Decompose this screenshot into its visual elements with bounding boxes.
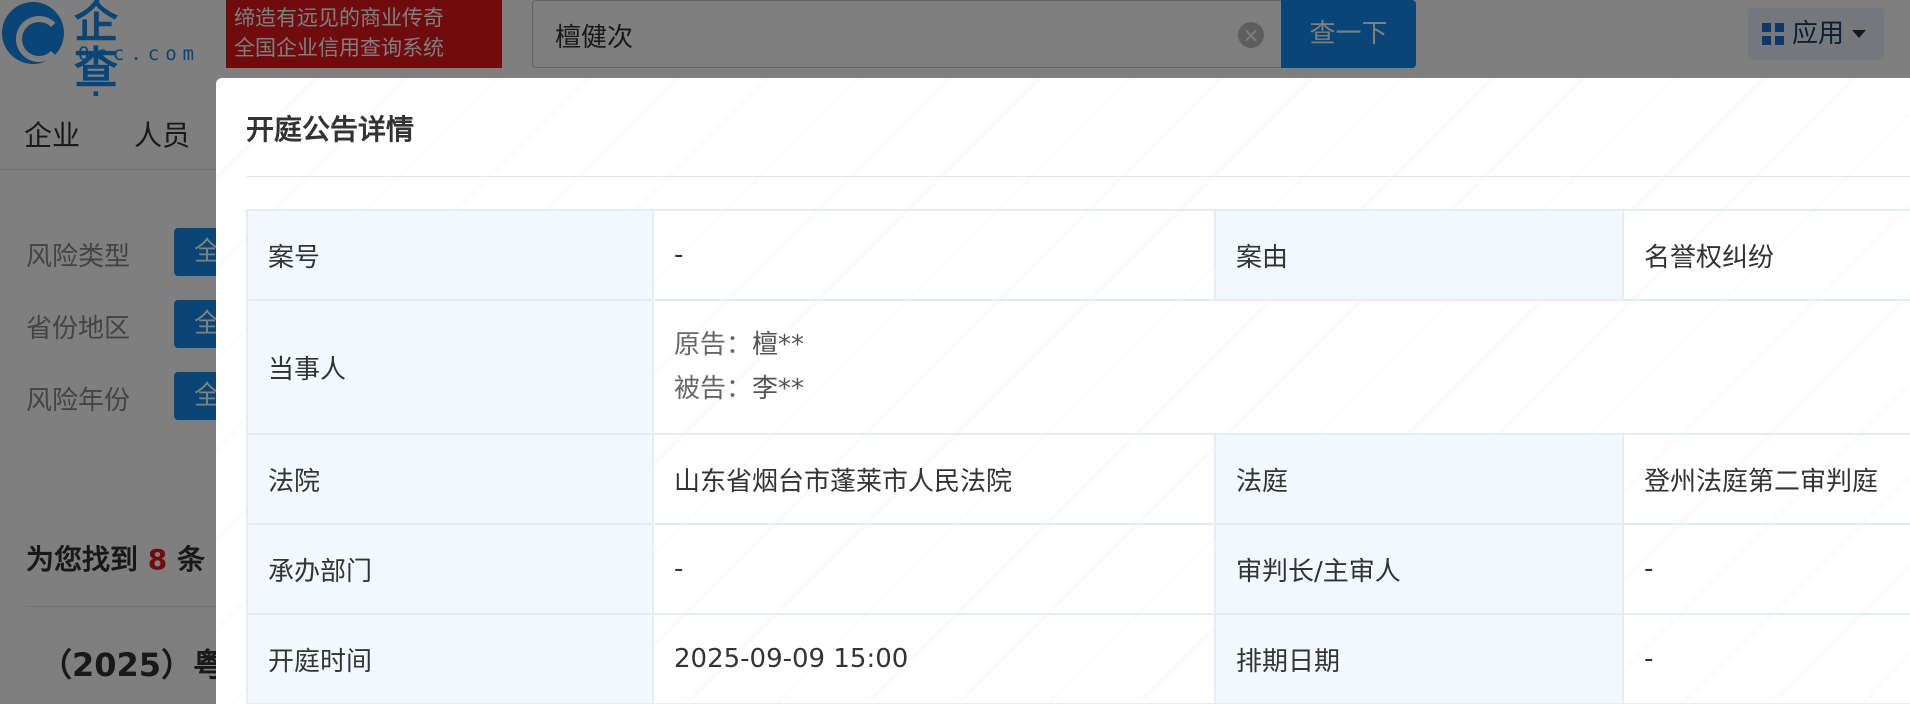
hearing-notice-modal: 开庭公告详情 案号 - 案由 名誉权纠纷 当事人 原告：檀** 被告：李** 法… xyxy=(216,78,1910,704)
court-label: 法院 xyxy=(246,433,654,525)
schedule-date-label: 排期日期 xyxy=(1214,613,1624,704)
table-row: 开庭时间 2025-09-09 15:00 排期日期 - xyxy=(246,613,1910,704)
department-label: 承办部门 xyxy=(246,523,654,615)
department-value: - xyxy=(652,523,1216,615)
modal-divider xyxy=(246,176,1910,177)
hearing-time-label: 开庭时间 xyxy=(246,613,654,704)
plaintiff-label: 原告： xyxy=(674,330,753,360)
case-number-value: - xyxy=(652,209,1216,301)
plaintiff-value: 檀** xyxy=(752,330,805,360)
table-row: 承办部门 - 审判长/主审人 - xyxy=(246,523,1910,615)
schedule-date-value: - xyxy=(1622,613,1910,704)
party-value: 原告：檀** 被告：李** xyxy=(652,299,1910,435)
table-row: 案号 - 案由 名誉权纠纷 xyxy=(246,209,1910,301)
judge-label: 审判长/主审人 xyxy=(1214,523,1624,615)
defendant-label: 被告： xyxy=(674,374,753,404)
table-row: 当事人 原告：檀** 被告：李** xyxy=(246,299,1910,435)
plaintiff-line: 原告：檀** xyxy=(674,323,1902,367)
court-value[interactable]: 山东省烟台市蓬莱市人民法院 xyxy=(652,433,1216,525)
defendant-line: 被告：李** xyxy=(674,367,1902,411)
party-label: 当事人 xyxy=(246,299,654,435)
courtroom-label: 法庭 xyxy=(1214,433,1624,525)
case-number-label: 案号 xyxy=(246,209,654,301)
cause-label: 案由 xyxy=(1214,209,1624,301)
hearing-time-value: 2025-09-09 15:00 xyxy=(652,613,1216,704)
courtroom-value: 登州法庭第二审判庭 xyxy=(1622,433,1910,525)
defendant-value: 李** xyxy=(752,374,805,404)
detail-table: 案号 - 案由 名誉权纠纷 当事人 原告：檀** 被告：李** 法院 山东省烟台… xyxy=(246,209,1910,704)
table-row: 法院 山东省烟台市蓬莱市人民法院 法庭 登州法庭第二审判庭 xyxy=(246,433,1910,525)
judge-value: - xyxy=(1622,523,1910,615)
cause-value: 名誉权纠纷 xyxy=(1622,209,1910,301)
modal-title: 开庭公告详情 xyxy=(246,113,415,146)
